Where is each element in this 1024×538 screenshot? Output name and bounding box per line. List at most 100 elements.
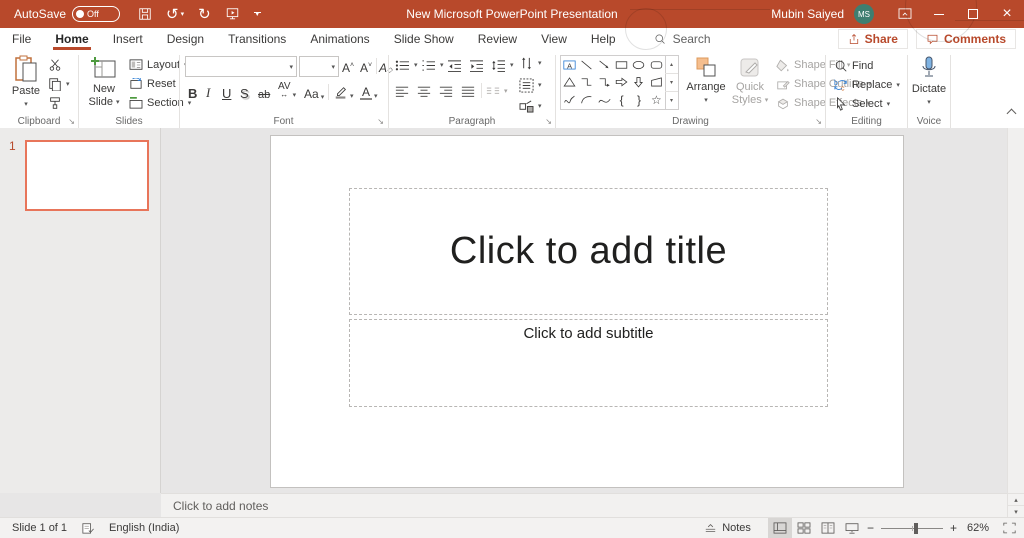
- decrease-indent-icon: [447, 59, 462, 72]
- notes-pane[interactable]: Click to add notes: [161, 493, 1008, 518]
- ribbon-display-options-button[interactable]: [888, 0, 922, 28]
- tab-design[interactable]: Design: [155, 28, 216, 50]
- gallery-scroll-down-icon[interactable]: ▾: [665, 74, 678, 92]
- bullets-button[interactable]: ▾: [395, 56, 418, 74]
- underline-button[interactable]: U: [222, 83, 231, 101]
- normal-view-button[interactable]: [768, 518, 792, 538]
- clipboard-dialog-launcher[interactable]: ↘: [68, 117, 75, 126]
- align-left-button[interactable]: [395, 82, 409, 100]
- start-from-beginning-button[interactable]: [225, 7, 240, 21]
- tab-insert[interactable]: Insert: [101, 28, 155, 50]
- zoom-slider-thumb[interactable]: [914, 523, 918, 534]
- strikethrough-button[interactable]: ab: [258, 83, 270, 101]
- cut-button[interactable]: [48, 56, 62, 74]
- autosave-toggle[interactable]: Off: [72, 6, 120, 22]
- justify-button[interactable]: [461, 82, 475, 100]
- minimize-button[interactable]: [922, 0, 956, 28]
- shapes-gallery[interactable]: A { } ☆: [560, 55, 666, 110]
- copy-button[interactable]: ▾: [48, 75, 70, 93]
- slide-sorter-view-button[interactable]: [792, 518, 816, 538]
- restore-button[interactable]: [956, 0, 990, 28]
- collapse-ribbon-button[interactable]: [1008, 104, 1015, 122]
- bold-button[interactable]: B: [188, 83, 197, 101]
- gallery-more-icon[interactable]: ▾: [665, 92, 678, 109]
- save-button[interactable]: [138, 7, 152, 21]
- increase-indent-button[interactable]: [469, 56, 484, 74]
- italic-button[interactable]: I: [206, 83, 210, 101]
- character-spacing-button[interactable]: AV ↔ ▾: [278, 81, 296, 99]
- align-right-button[interactable]: [439, 82, 453, 100]
- gallery-scroll-up-icon[interactable]: ▴: [665, 56, 678, 74]
- tab-home[interactable]: Home: [43, 28, 100, 50]
- align-center-button[interactable]: [417, 82, 431, 100]
- reset-button[interactable]: Reset: [129, 75, 176, 93]
- notes-toggle-button[interactable]: Notes: [697, 518, 758, 538]
- title-placeholder[interactable]: Click to add title: [349, 188, 828, 315]
- tab-animations[interactable]: Animations: [298, 28, 381, 50]
- numbering-button[interactable]: ▾: [421, 56, 444, 74]
- slide-show-view-button[interactable]: [840, 518, 864, 538]
- shapes-gallery-scrollbar[interactable]: ▴ ▾ ▾: [665, 55, 679, 110]
- change-case-button[interactable]: Aa ▾: [304, 83, 324, 101]
- columns-button[interactable]: ▾: [486, 82, 508, 100]
- share-button[interactable]: Share: [838, 29, 908, 49]
- convert-to-smartart-button[interactable]: ▾: [519, 97, 542, 115]
- tab-transitions[interactable]: Transitions: [216, 28, 298, 50]
- spell-check-button[interactable]: [74, 518, 102, 538]
- customize-quick-access-toolbar-button[interactable]: ▾: [254, 12, 261, 17]
- line-spacing-button[interactable]: ▾: [491, 56, 514, 74]
- reading-view-button[interactable]: [816, 518, 840, 538]
- chevron-down-icon: ▾: [896, 81, 900, 89]
- ribbon: Paste ▾ ▾ Clipboard ↘: [0, 50, 1024, 129]
- replace-button[interactable]: b c Replace ▾: [834, 76, 900, 94]
- align-text-icon: [519, 78, 534, 93]
- find-button[interactable]: Find: [834, 57, 873, 75]
- avatar[interactable]: MS: [854, 4, 874, 24]
- tab-file[interactable]: File: [0, 28, 43, 50]
- zoom-level[interactable]: 62%: [960, 518, 996, 538]
- text-direction-button[interactable]: ▾: [519, 54, 542, 72]
- user-name[interactable]: Mubin Saiyed: [771, 7, 844, 21]
- tab-help[interactable]: Help: [579, 28, 628, 50]
- paste-button[interactable]: Paste ▾: [8, 55, 44, 111]
- zoom-slider[interactable]: [881, 523, 943, 534]
- text-highlight-color-button[interactable]: ▾: [334, 82, 354, 100]
- slide-indicator[interactable]: Slide 1 of 1: [0, 518, 74, 538]
- tab-view[interactable]: View: [529, 28, 579, 50]
- paragraph-dialog-launcher[interactable]: ↘: [545, 117, 552, 126]
- dictate-button[interactable]: Dictate ▾: [910, 55, 948, 109]
- close-button[interactable]: ×: [990, 0, 1024, 28]
- language-indicator[interactable]: English (India): [102, 518, 186, 538]
- arrange-button[interactable]: Arrange ▾: [684, 55, 728, 107]
- font-name-combobox[interactable]: ▾: [185, 56, 297, 77]
- quick-styles-button[interactable]: Quick Styles ▾: [728, 55, 772, 107]
- zoom-in-button[interactable]: +: [947, 521, 960, 535]
- new-slide-button[interactable]: New Slide ▾: [85, 55, 123, 109]
- font-color-button[interactable]: A ▾: [360, 82, 378, 100]
- vertical-scrollbar[interactable]: ▴ ▾: [1007, 128, 1024, 518]
- text-shadow-button[interactable]: S: [240, 83, 249, 101]
- drawing-dialog-launcher[interactable]: ↘: [815, 117, 822, 126]
- font-size-combobox[interactable]: ▾: [299, 56, 339, 77]
- tab-label: View: [541, 32, 567, 46]
- scroll-up-icon: ▴: [1014, 496, 1018, 504]
- font-dialog-launcher[interactable]: ↘: [377, 117, 384, 126]
- undo-button[interactable]: ↺ ▾: [166, 7, 184, 22]
- slide-thumbnail[interactable]: [25, 140, 149, 211]
- slide-canvas[interactable]: Click to add title Click to add subtitle: [270, 135, 904, 488]
- search-input[interactable]: Search: [654, 32, 711, 46]
- increase-font-size-button[interactable]: A˄: [342, 57, 354, 75]
- zoom-out-button[interactable]: −: [864, 521, 877, 535]
- autosave-control[interactable]: AutoSave Off: [14, 6, 120, 22]
- tab-slide-show[interactable]: Slide Show: [382, 28, 466, 50]
- decrease-font-size-button[interactable]: A˅: [360, 57, 372, 75]
- redo-button[interactable]: ↻: [198, 7, 211, 22]
- fit-slide-to-window-button[interactable]: [996, 518, 1024, 538]
- select-button[interactable]: Select ▾: [834, 95, 890, 113]
- comments-button[interactable]: Comments: [916, 29, 1016, 49]
- format-painter-button[interactable]: [48, 94, 62, 112]
- decrease-indent-button[interactable]: [447, 56, 462, 74]
- tab-review[interactable]: Review: [466, 28, 529, 50]
- align-text-button[interactable]: ▾: [519, 76, 542, 94]
- subtitle-placeholder[interactable]: Click to add subtitle: [349, 319, 828, 407]
